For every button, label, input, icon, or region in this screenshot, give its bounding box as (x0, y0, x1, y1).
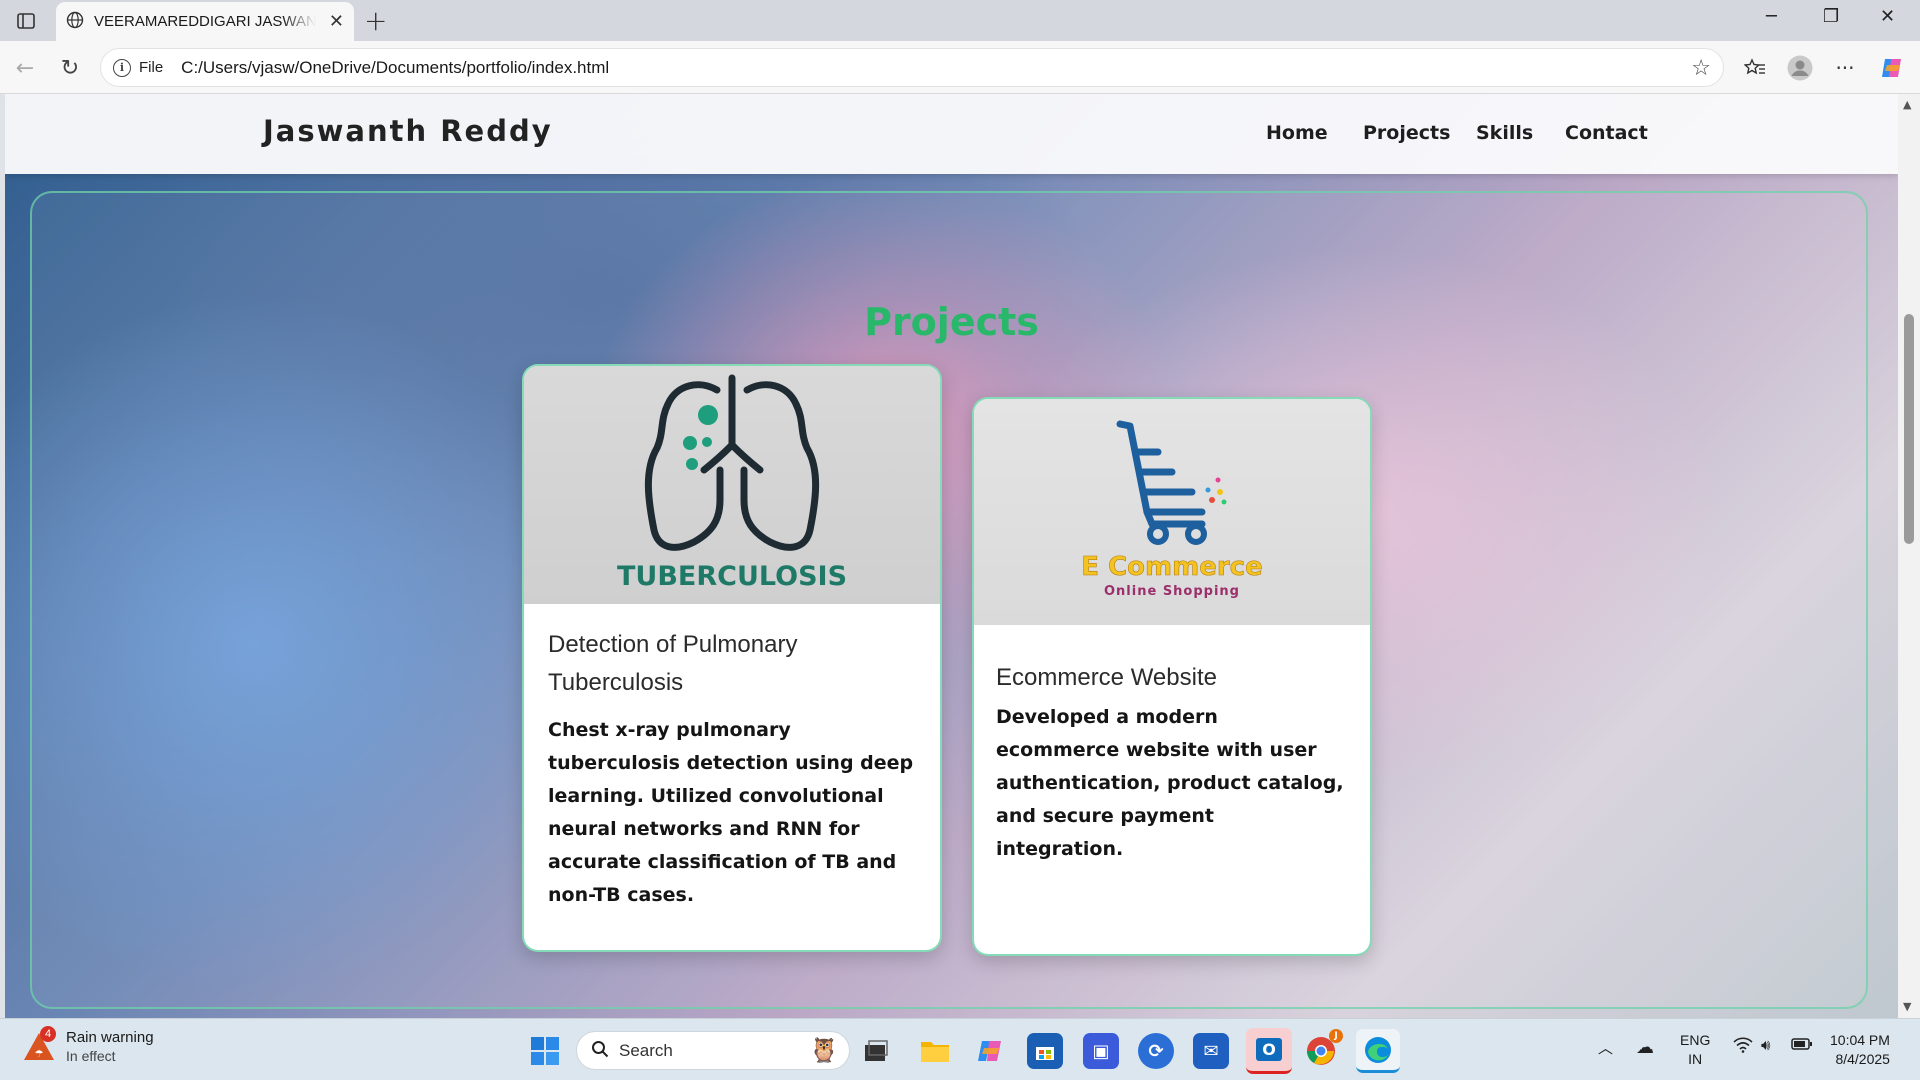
back-button[interactable]: ← (10, 53, 40, 83)
sync-app-icon[interactable]: ⟳ (1138, 1033, 1174, 1069)
url-input[interactable]: i File C:/Users/vjasw/OneDrive/Documents… (100, 48, 1724, 87)
project-title: Detection of Pulmonary Tuberculosis (548, 631, 798, 696)
copilot-app-icon[interactable] (972, 1033, 1008, 1069)
show-hidden-icons-chevron-icon[interactable]: ︿ (1598, 1037, 1613, 1058)
svg-text:☂: ☂ (35, 1049, 44, 1060)
language-indicator[interactable]: ENG IN (1680, 1031, 1710, 1069)
favorites-icon[interactable] (1740, 53, 1770, 83)
new-tab-button[interactable]: + (364, 4, 387, 37)
tab-actions-icon[interactable] (10, 8, 42, 34)
weather-widget[interactable]: ☂ 4 Rain warning In effect (22, 1025, 154, 1064)
info-icon[interactable]: i (113, 58, 131, 77)
brand-logo-text[interactable]: Jaswanth Reddy (263, 114, 553, 148)
wifi-icon[interactable] (1733, 1037, 1753, 1058)
project-card-ecommerce[interactable]: E Commerce Online Shopping Ecommerce Web… (972, 397, 1372, 956)
copilot-icon[interactable] (1877, 53, 1907, 83)
scroll-down-arrow-icon[interactable]: ▼ (1903, 1000, 1911, 1013)
weather-subtitle: In effect (66, 1048, 116, 1064)
profile-avatar-icon[interactable] (1785, 53, 1815, 83)
search-icon (591, 1040, 609, 1062)
rain-warning-icon: ☂ 4 (22, 1025, 56, 1064)
tuberculosis-lungs-image: TUBERCULOSIS (524, 366, 940, 604)
microsoft-store-icon[interactable] (1027, 1033, 1063, 1069)
url-text[interactable]: C:/Users/vjasw/OneDrive/Documents/portfo… (181, 58, 609, 78)
close-tab-icon[interactable]: ✕ (329, 11, 344, 32)
date-text: 8/4/2025 (1835, 1051, 1890, 1067)
chrome-icon[interactable]: J (1303, 1029, 1343, 1069)
page-viewport: Jaswanth Reddy Home Projects Skills Cont… (5, 94, 1898, 1018)
scrollbar-thumb[interactable] (1904, 314, 1914, 544)
project-title: Ecommerce Website (996, 664, 1217, 691)
page-scrollbar[interactable]: ▲ ▼ (1898, 94, 1920, 1018)
close-window-button[interactable]: ✕ (1880, 6, 1895, 27)
battery-icon[interactable] (1791, 1037, 1813, 1054)
windows-start-icon[interactable] (527, 1033, 563, 1069)
taskbar: ☂ 4 Rain warning In effect Search 🦉 ▣ ⟳ … (0, 1018, 1920, 1080)
edge-icon[interactable] (1356, 1029, 1400, 1073)
mail-app-icon[interactable]: ✉ (1193, 1033, 1229, 1069)
weather-title: Rain warning (66, 1029, 154, 1046)
browser-tab[interactable]: VEERAMAREDDIGARI JASWANTH ✕ (56, 2, 354, 41)
scroll-up-arrow-icon[interactable]: ▲ (1903, 98, 1911, 111)
address-bar: ← ↻ i File C:/Users/vjasw/OneDrive/Docum… (0, 41, 1920, 94)
globe-icon (66, 11, 84, 33)
file-explorer-icon[interactable] (917, 1033, 953, 1069)
weather-badge: 4 (40, 1025, 56, 1042)
nav-projects[interactable]: Projects (1363, 122, 1450, 144)
taskbar-search-input[interactable]: Search 🦉 (576, 1031, 850, 1070)
nav-home[interactable]: Home (1266, 122, 1328, 144)
project-description: Developed a modern ecommerce website wit… (996, 706, 1344, 860)
ecommerce-image-label: E Commerce (1081, 552, 1262, 582)
language-code: ENG (1680, 1032, 1711, 1048)
chrome-profile-badge: J (1329, 1029, 1343, 1043)
more-options-icon[interactable]: ··· (1830, 53, 1860, 83)
tab-title: VEERAMAREDDIGARI JASWANTH (94, 13, 316, 30)
region-code: IN (1688, 1051, 1703, 1067)
volume-icon[interactable]: 🔊︎ (1761, 1037, 1770, 1054)
section-title: Projects (864, 300, 1039, 344)
project-description: Chest x-ray pulmonary tuberculosis detec… (548, 719, 914, 906)
teams-chat-icon[interactable]: ▣ (1083, 1033, 1119, 1069)
restore-button[interactable]: ❐ (1823, 6, 1839, 27)
search-placeholder: Search (619, 1040, 673, 1060)
ecommerce-cart-image: E Commerce Online Shopping (974, 399, 1370, 625)
refresh-button[interactable]: ↻ (55, 53, 85, 83)
tuberculosis-image-label: TUBERCULOSIS (617, 561, 847, 592)
ecommerce-image-sublabel: Online Shopping (1104, 584, 1240, 599)
nav-skills[interactable]: Skills (1476, 122, 1533, 144)
outlook-icon[interactable]: O (1246, 1028, 1292, 1074)
site-header: Jaswanth Reddy Home Projects Skills Cont… (5, 94, 1898, 174)
project-card-tuberculosis[interactable]: TUBERCULOSIS Detection of Pulmonary Tube… (522, 364, 942, 952)
minimize-button[interactable]: ─ (1766, 6, 1777, 27)
task-view-icon[interactable] (858, 1033, 894, 1069)
time-text: 10:04 PM (1830, 1032, 1890, 1048)
clock[interactable]: 10:04 PM 8/4/2025 (1830, 1031, 1890, 1069)
tab-bar: VEERAMAREDDIGARI JASWANTH ✕ + ─ ❐ ✕ (0, 0, 1920, 41)
nav-contact[interactable]: Contact (1565, 122, 1648, 144)
url-scheme-label: File (139, 59, 164, 76)
onedrive-status-icon[interactable]: ☁ (1636, 1037, 1654, 1058)
favorite-star-icon[interactable]: ☆ (1691, 56, 1711, 81)
owl-search-highlight-icon: 🦉 (809, 1036, 839, 1064)
